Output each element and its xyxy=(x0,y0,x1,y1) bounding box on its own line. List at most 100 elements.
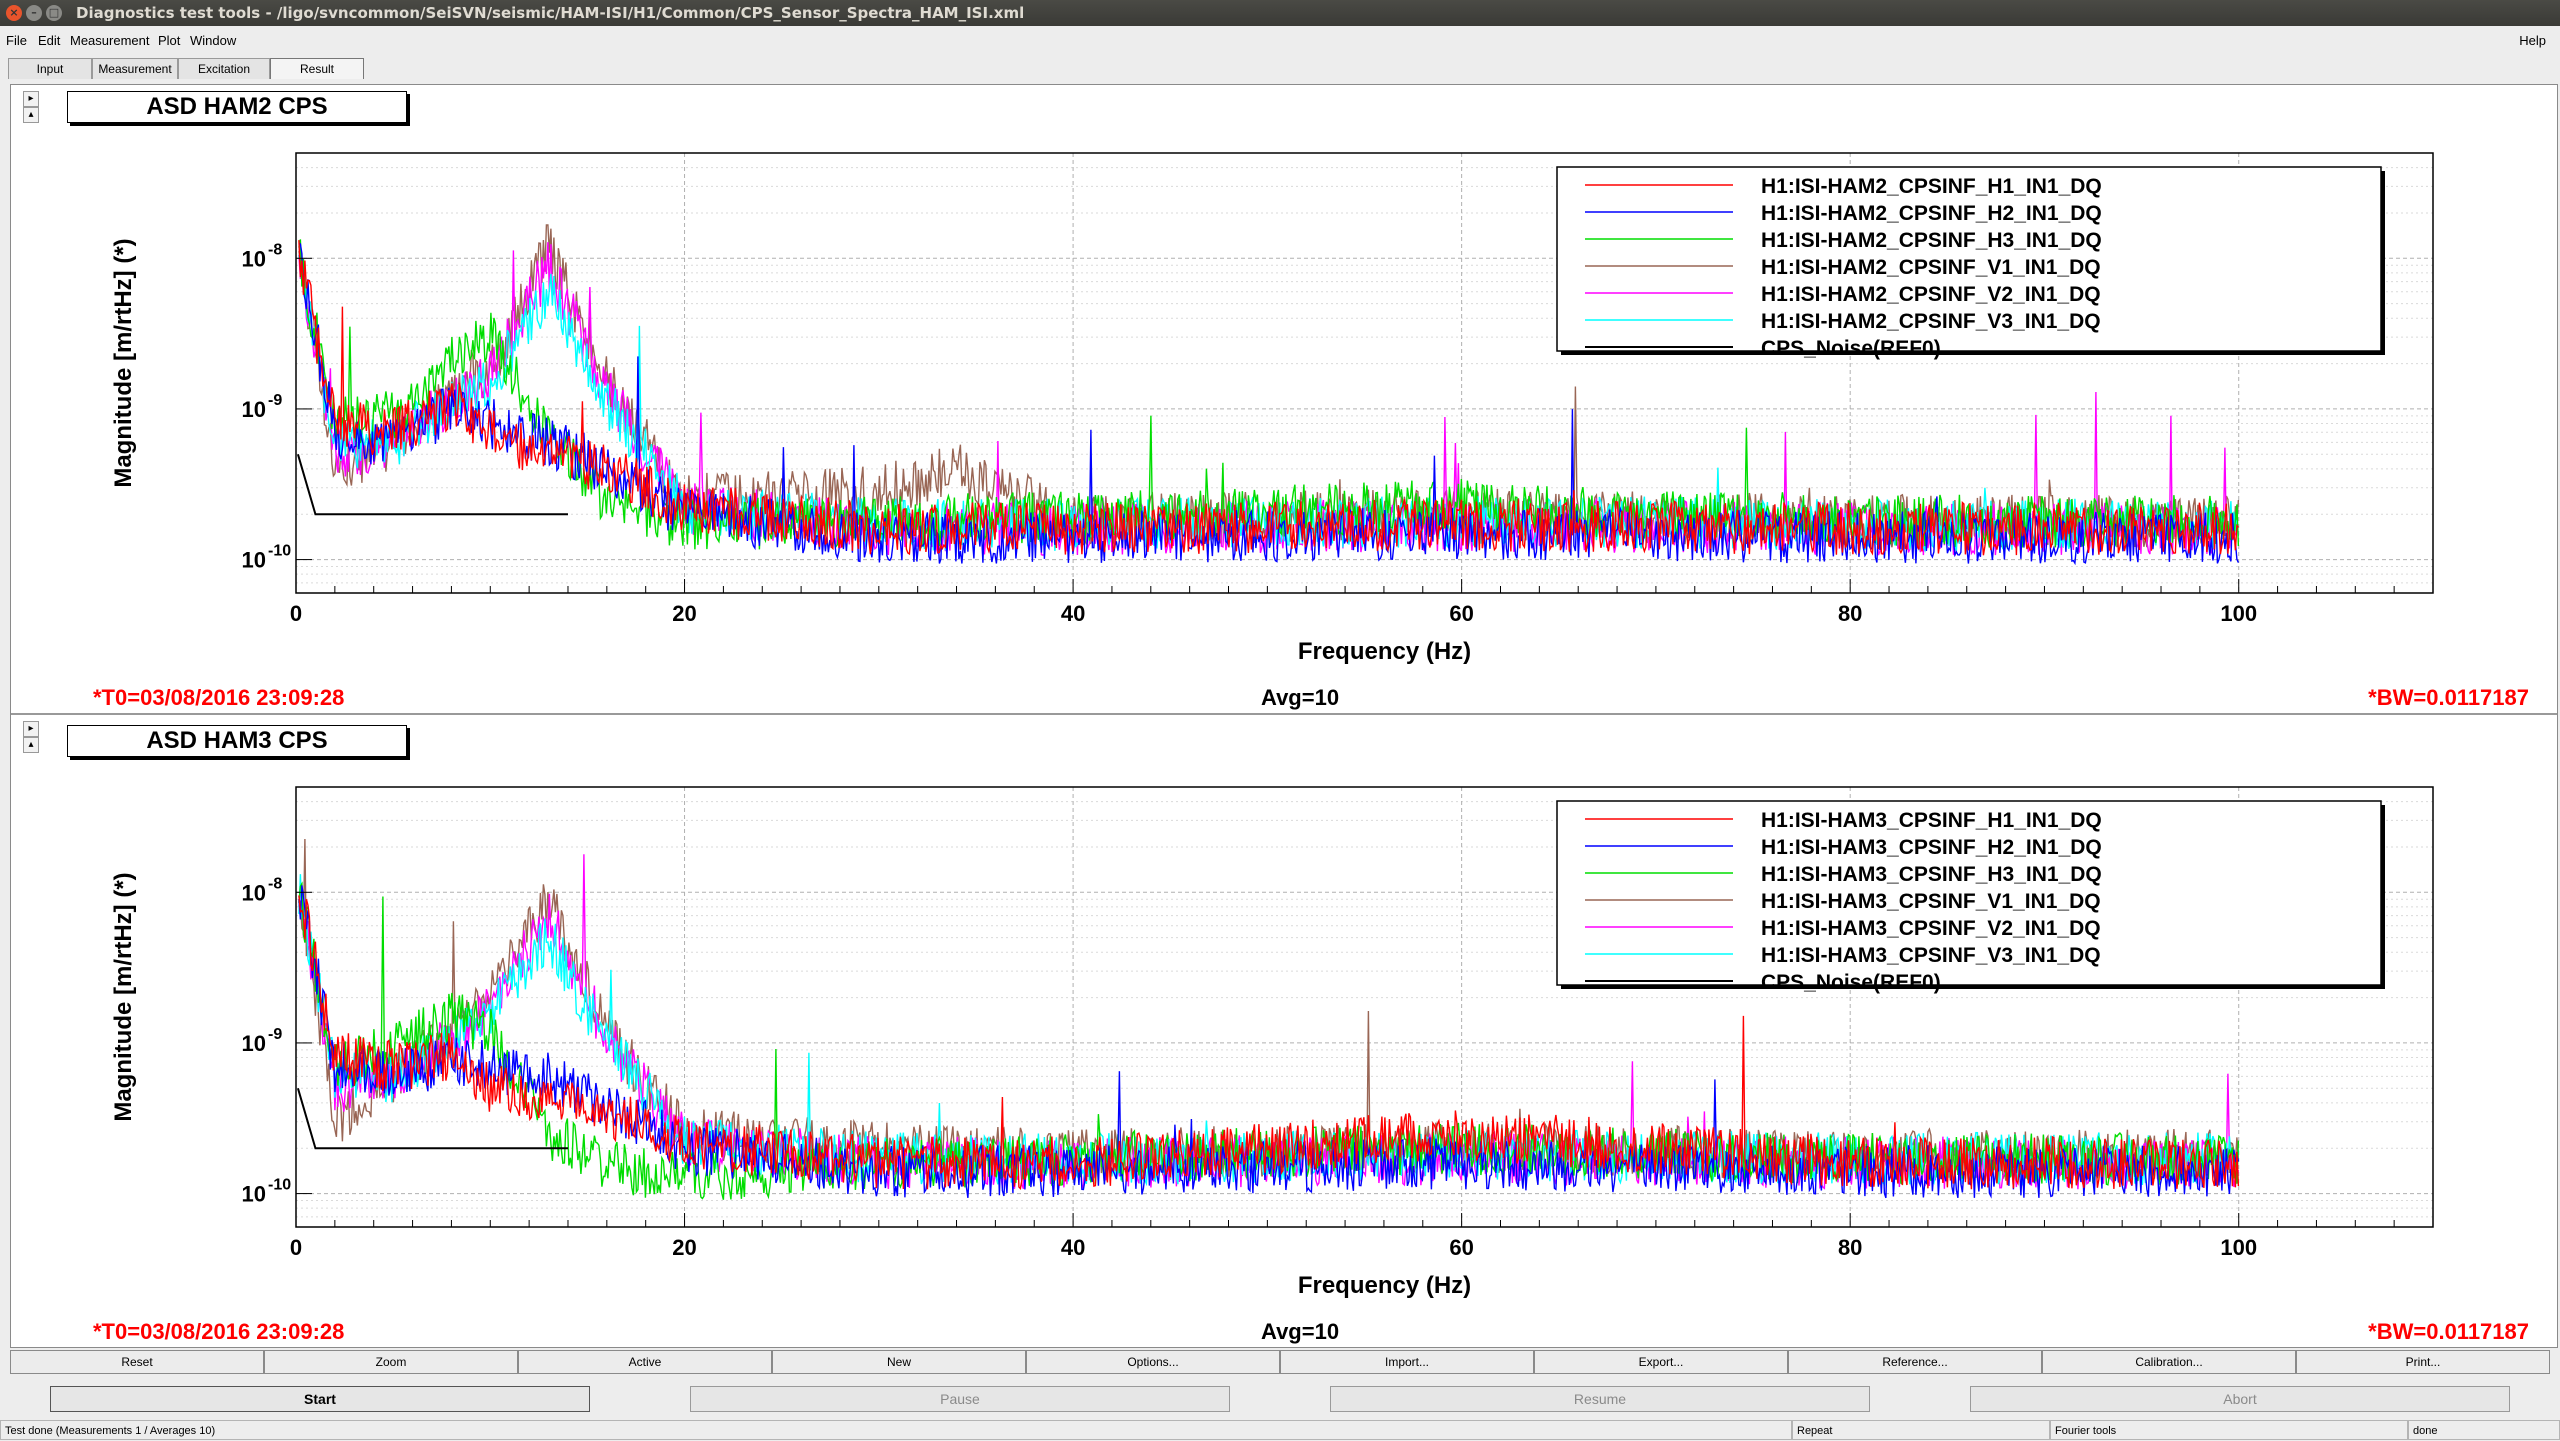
menu-measurement[interactable]: Measurement xyxy=(70,28,149,54)
start-button[interactable]: Start xyxy=(50,1386,590,1412)
print-button[interactable]: Print... xyxy=(2296,1350,2550,1374)
legend-entry: H1:ISI-HAM3_CPSINF_V1_IN1_DQ xyxy=(1761,890,2101,913)
pad-collapse-icon[interactable]: ▴ xyxy=(23,737,39,753)
plot-toolbar: Reset Zoom Active New Options... Import.… xyxy=(10,1350,2550,1374)
legend-entry: H1:ISI-HAM2_CPSINF_V3_IN1_DQ xyxy=(1761,310,2101,333)
legend-entry: H1:ISI-HAM2_CPSINF_H1_IN1_DQ xyxy=(1761,175,2102,198)
legend: H1:ISI-HAM2_CPSINF_H1_IN1_DQ H1:ISI-HAM2_… xyxy=(1556,166,2385,360)
legend-entry: H1:ISI-HAM3_CPSINF_H1_IN1_DQ xyxy=(1761,809,2102,832)
menu-bar: File Edit Measurement Plot Window Help xyxy=(0,28,2560,54)
tab-measurement[interactable]: Measurement xyxy=(92,58,178,79)
y-tick-label: 10 xyxy=(242,397,266,422)
legend: H1:ISI-HAM3_CPSINF_H1_IN1_DQ H1:ISI-HAM3_… xyxy=(1556,800,2385,994)
zoom-button[interactable]: Zoom xyxy=(264,1350,518,1374)
x-tick-label: 60 xyxy=(1449,1235,1473,1260)
y-axis: 10 -810 -910 -10 xyxy=(242,241,312,573)
x-axis-label: Frequency (Hz) xyxy=(1298,1272,1471,1299)
x-tick-label: 80 xyxy=(1838,601,1862,626)
tab-input[interactable]: Input xyxy=(8,58,92,79)
legend-entry: H1:ISI-HAM2_CPSINF_V1_IN1_DQ xyxy=(1761,256,2101,279)
y-axis-label: Magnitude [m/rtHz] (*) xyxy=(110,238,137,487)
x-tick-label: 0 xyxy=(290,1235,302,1260)
legend-entry: H1:ISI-HAM2_CPSINF_H3_IN1_DQ xyxy=(1761,229,2102,252)
menu-file[interactable]: File xyxy=(6,28,27,54)
y-tick-exponent: -10 xyxy=(268,543,291,560)
abort-button[interactable]: Abort xyxy=(1970,1386,2510,1412)
maximize-icon[interactable]: □ xyxy=(46,5,62,21)
x-tick-label: 0 xyxy=(290,601,302,626)
bandwidth-label: *BW=0.0117187 xyxy=(2368,1319,2529,1344)
y-tick-label: 10 xyxy=(242,880,266,905)
resume-button[interactable]: Resume xyxy=(1330,1386,1870,1412)
x-tick-label: 20 xyxy=(672,601,696,626)
active-button[interactable]: Active xyxy=(518,1350,772,1374)
minimize-icon[interactable]: – xyxy=(26,5,42,21)
x-tick-label: 80 xyxy=(1838,1235,1862,1260)
tab-excitation[interactable]: Excitation xyxy=(178,58,270,79)
y-tick-exponent: -8 xyxy=(268,875,282,892)
legend-entry: H1:ISI-HAM3_CPSINF_V2_IN1_DQ xyxy=(1761,917,2101,940)
import-button[interactable]: Import... xyxy=(1280,1350,1534,1374)
y-tick-label: 10 xyxy=(242,246,266,271)
status-bar: Test done (Measurements 1 / Averages 10)… xyxy=(0,1420,2560,1440)
pad-collapse-icon[interactable]: ▴ xyxy=(23,107,39,123)
pad-title: ASD HAM2 CPS xyxy=(67,91,407,123)
tab-result[interactable]: Result xyxy=(270,58,364,79)
legend-entry: CPS_Noise(REF0) xyxy=(1761,337,1941,360)
plot-area: ▸ ▴ ▸ ▴ 0 20 40 60 80 100 Frequency (Hz) 10 -8 10… xyxy=(10,84,2558,1348)
status-tools: Fourier tools xyxy=(2050,1420,2408,1440)
start-time-label: *T0=03/08/2016 23:09:28 xyxy=(93,685,345,710)
x-tick-label: 20 xyxy=(672,1235,696,1260)
chart-svg: 0 20 40 60 80 100 Frequency (Hz) 10 -810 -910 -10 M… xyxy=(110,152,2434,665)
x-tick-label: 40 xyxy=(1061,601,1085,626)
status-repeat: Repeat xyxy=(1792,1420,2050,1440)
x-axis-label: Frequency (Hz) xyxy=(1298,638,1471,665)
menu-plot[interactable]: Plot xyxy=(158,28,180,54)
legend-entry: CPS_Noise(REF0) xyxy=(1761,971,1941,994)
plot-panel-ham2: 0 20 40 60 80 100 Frequency (Hz) 10 -8 10 -9 10 -10 M… xyxy=(41,87,2560,710)
plot-panel-ham3: 0 20 40 60 80 100 Frequency (Hz) 10 -8 10 -9 10 -10 M… xyxy=(41,721,2560,1344)
panel-divider[interactable] xyxy=(11,713,2557,715)
reference-button[interactable]: Reference... xyxy=(1788,1350,2042,1374)
status-message: Test done (Measurements 1 / Averages 10) xyxy=(0,1420,1792,1440)
options-button[interactable]: Options... xyxy=(1026,1350,1280,1374)
pad-title: ASD HAM3 CPS xyxy=(67,725,407,757)
x-axis: 0 20 40 60 80 100 xyxy=(290,1213,2434,1260)
pad-expand-icon[interactable]: ▸ xyxy=(23,721,39,737)
x-tick-label: 100 xyxy=(2220,1235,2257,1260)
status-state: done xyxy=(2408,1420,2560,1440)
y-tick-exponent: -9 xyxy=(268,1026,282,1043)
pause-button[interactable]: Pause xyxy=(690,1386,1230,1412)
y-tick-label: 10 xyxy=(242,1182,266,1207)
tab-bar: Input Measurement Excitation Result xyxy=(0,56,2560,80)
averages-label: Avg=10 xyxy=(1261,685,1340,710)
title-bar: × – □ Diagnostics test tools - /ligo/svn… xyxy=(0,0,2560,26)
menu-edit[interactable]: Edit xyxy=(38,28,60,54)
window-title: Diagnostics test tools - /ligo/svncommon… xyxy=(76,4,1025,22)
start-time-label: *T0=03/08/2016 23:09:28 xyxy=(93,1319,345,1344)
chart-svg: 0 20 40 60 80 100Frequency (Hz)10 -810 -910 -10M… xyxy=(110,786,2434,1299)
close-icon[interactable]: × xyxy=(6,5,22,21)
y-tick-label: 10 xyxy=(242,548,266,573)
y-tick-exponent: -10 xyxy=(268,1177,291,1194)
pad-expand-icon[interactable]: ▸ xyxy=(23,91,39,107)
bandwidth-label: *BW=0.0117187 xyxy=(2368,685,2529,710)
legend-entry: H1:ISI-HAM2_CPSINF_V2_IN1_DQ xyxy=(1761,283,2101,306)
legend-entry: H1:ISI-HAM2_CPSINF_H2_IN1_DQ xyxy=(1761,202,2102,225)
calibration-button[interactable]: Calibration... xyxy=(2042,1350,2296,1374)
legend-entry: H1:ISI-HAM3_CPSINF_V3_IN1_DQ xyxy=(1761,944,2101,967)
new-button[interactable]: New xyxy=(772,1350,1026,1374)
averages-label: Avg=10 xyxy=(1261,1319,1340,1344)
legend-entry: H1:ISI-HAM3_CPSINF_H2_IN1_DQ xyxy=(1761,836,2102,859)
legend-entry: H1:ISI-HAM3_CPSINF_H3_IN1_DQ xyxy=(1761,863,2102,886)
x-tick-label: 100 xyxy=(2220,601,2257,626)
menu-window[interactable]: Window xyxy=(190,28,236,54)
menu-help[interactable]: Help xyxy=(2519,28,2546,54)
x-tick-label: 60 xyxy=(1449,601,1473,626)
export-button[interactable]: Export... xyxy=(1534,1350,1788,1374)
y-tick-exponent: -9 xyxy=(268,392,282,409)
x-axis: 0 20 40 60 80 100 xyxy=(290,579,2434,626)
reset-button[interactable]: Reset xyxy=(10,1350,264,1374)
x-tick-label: 40 xyxy=(1061,1235,1085,1260)
y-axis-label: Magnitude [m/rtHz] (*) xyxy=(110,872,137,1121)
